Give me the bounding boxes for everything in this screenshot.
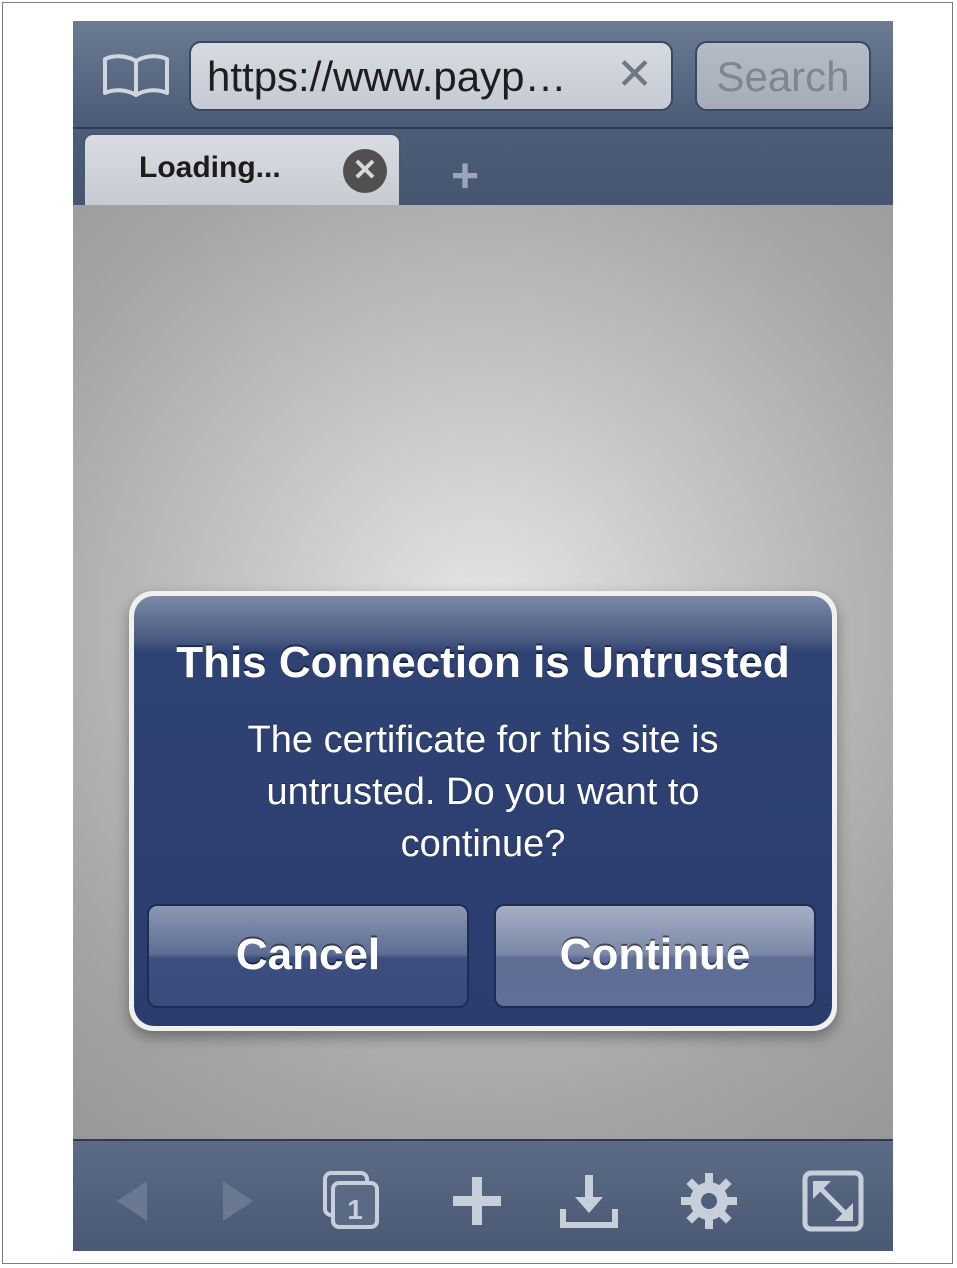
search-field[interactable]: Search	[695, 41, 871, 111]
book-icon[interactable]	[101, 51, 171, 99]
back-arrow-icon[interactable]	[103, 1169, 167, 1233]
dialog-message: The certificate for this site is untrust…	[247, 719, 719, 865]
plus-icon[interactable]	[445, 1169, 509, 1233]
dialog-title: This Connection is Untrusted	[176, 638, 790, 687]
tabs-icon[interactable]: 1	[319, 1169, 383, 1233]
browser-screen: https://www.payp… ✕ Search Loading... ✕ …	[73, 21, 893, 1251]
tab-title: Loading...	[139, 151, 281, 184]
cancel-button[interactable]: Cancel	[147, 904, 469, 1008]
fullscreen-icon[interactable]	[801, 1169, 865, 1233]
url-text: https://www.payp…	[207, 53, 567, 100]
forward-arrow-icon[interactable]	[203, 1169, 267, 1233]
clear-url-icon[interactable]: ✕	[616, 49, 653, 100]
untrusted-connection-dialog: This Connection is Untrusted The certifi…	[129, 591, 837, 1031]
page-content: This Connection is Untrusted The certifi…	[73, 205, 893, 1139]
tab-bar: Loading... ✕ +	[73, 129, 893, 205]
tabs-count: 1	[347, 1194, 363, 1225]
dialog-body: This Connection is Untrusted The certifi…	[134, 596, 832, 1026]
bottom-toolbar: 1	[73, 1139, 893, 1251]
gear-icon[interactable]	[677, 1169, 741, 1233]
top-toolbar: https://www.payp… ✕ Search	[73, 21, 893, 129]
url-field[interactable]: https://www.payp… ✕	[189, 41, 673, 111]
search-placeholder: Search	[716, 53, 850, 100]
download-icon[interactable]	[557, 1169, 621, 1233]
new-tab-icon[interactable]: +	[451, 153, 479, 201]
close-tab-icon[interactable]: ✕	[343, 149, 387, 193]
continue-button[interactable]: Continue	[494, 904, 816, 1008]
tab-loading[interactable]: Loading... ✕	[83, 133, 401, 205]
